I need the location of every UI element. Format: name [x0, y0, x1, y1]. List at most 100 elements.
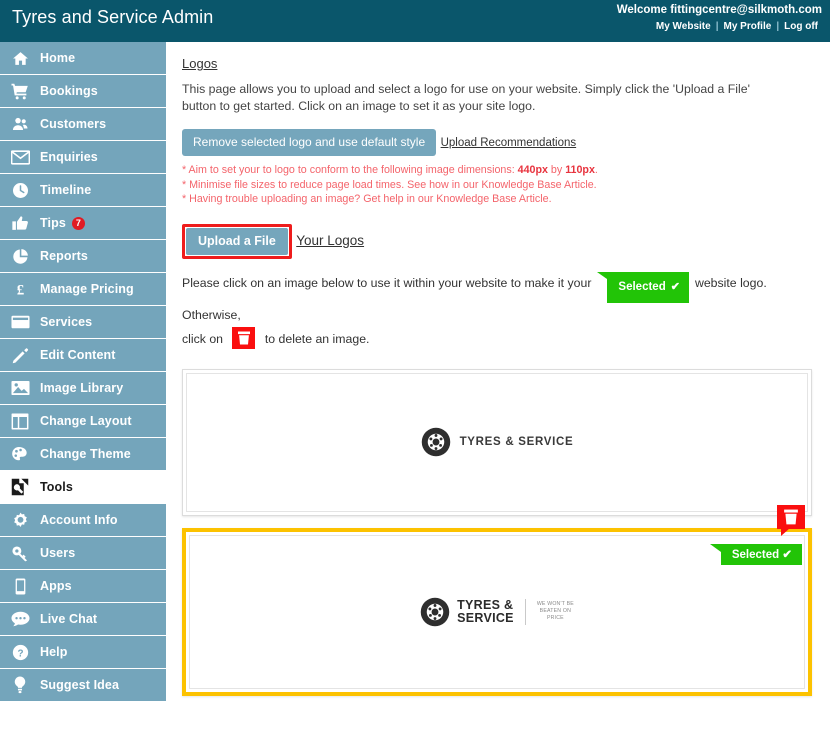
sidebar-item-reports[interactable]: Reports	[0, 240, 166, 273]
cart-icon	[0, 75, 40, 108]
rec1-pre: * Aim to set your to logo to conform to …	[182, 164, 518, 176]
svg-text:£: £	[16, 283, 23, 298]
image-icon	[0, 372, 40, 405]
intro-paragraph: This page allows you to upload and selec…	[182, 82, 750, 113]
link-separator-1: |	[715, 21, 719, 32]
header-links: My Website | My Profile | Log off	[652, 21, 822, 32]
sidebar-item-image-library[interactable]: Image Library	[0, 372, 166, 405]
sidebar-item-label: Bookings	[40, 84, 98, 98]
pound-icon: £	[0, 273, 40, 306]
card-icon	[0, 306, 40, 339]
sidebar-item-label: Edit Content	[40, 348, 116, 362]
paint-icon	[0, 438, 40, 471]
recommendation-line-3: * Having trouble uploading an image? Get…	[182, 193, 552, 205]
logo-image-1: TYRES & SERVICE	[421, 427, 574, 457]
sidebar-item-tools[interactable]: Tools	[0, 471, 166, 504]
sidebar-item-suggest-idea[interactable]: Suggest Idea	[0, 669, 166, 702]
sidebar-item-manage-pricing[interactable]: £ Manage Pricing	[0, 273, 166, 306]
sidebar-item-help[interactable]: ? Help	[0, 636, 166, 669]
sidebar-item-customers[interactable]: Customers	[0, 108, 166, 141]
instruction-text-4: to delete an image.	[264, 331, 370, 346]
selected-badge-inline: Selected ✔	[597, 271, 689, 303]
sidebar-item-account-info[interactable]: Account Info	[0, 504, 166, 537]
upload-recommendations-list: * Aim to set your to logo to conform to …	[182, 163, 812, 207]
sidebar-item-label: Services	[40, 315, 93, 329]
app-title: Tyres and Service Admin	[12, 7, 214, 27]
sidebar-item-label: Enquiries	[40, 150, 98, 164]
sidebar-item-label: Change Theme	[40, 447, 131, 461]
main-sidebar: Home Bookings Customers Enquiries Timeline Ti…	[0, 42, 166, 744]
home-icon	[0, 42, 40, 75]
recommendation-line-2: * Minimise file sizes to reduce page loa…	[182, 178, 597, 191]
sidebar-item-apps[interactable]: Apps	[0, 570, 166, 603]
instruction-text-1: Please click on an image below to use it…	[182, 275, 592, 290]
delete-logo-1-button[interactable]	[777, 504, 805, 536]
my-profile-link[interactable]: My Profile	[720, 21, 776, 32]
log-off-link[interactable]: Log off	[780, 21, 822, 32]
admin-page: Tyres and Service Admin Welcome fittingc…	[0, 0, 830, 744]
gear-icon	[0, 504, 40, 537]
logo-2-tagline-line-2: BEATEN ON	[539, 608, 572, 614]
sidebar-item-label: Suggest Idea	[40, 678, 119, 692]
logo-1-brand-text: TYRES & SERVICE	[459, 436, 574, 448]
sidebar-item-live-chat[interactable]: Live Chat	[0, 603, 166, 636]
sidebar-item-label: Live Chat	[40, 612, 98, 626]
main-content: Logos This page allows you to upload and…	[166, 42, 830, 744]
remove-selected-logo-button[interactable]: Remove selected logo and use default sty…	[182, 129, 437, 156]
sidebar-item-label: Apps	[40, 579, 72, 593]
sidebar-item-label: Home	[40, 51, 76, 65]
sidebar-item-change-theme[interactable]: Change Theme	[0, 438, 166, 471]
tyre-icon	[421, 427, 450, 457]
sidebar-item-edit-content[interactable]: Edit Content	[0, 339, 166, 372]
sidebar-item-change-layout[interactable]: Change Layout	[0, 405, 166, 438]
sidebar-item-label: Reports	[40, 249, 88, 263]
pie-chart-icon	[0, 240, 40, 273]
key-icon	[0, 537, 40, 570]
logo-2-brand-line-2: SERVICE	[457, 610, 514, 625]
svg-text:?: ?	[17, 648, 23, 659]
sidebar-item-label: Timeline	[40, 183, 92, 197]
lightbulb-icon	[0, 669, 40, 702]
trash-icon-inline	[232, 326, 256, 349]
recommendation-line-1: * Aim to set your to logo to conform to …	[182, 163, 812, 178]
logo-instructions: Please click on an image below to use it…	[182, 271, 812, 351]
check-icon-card: ✔	[782, 548, 792, 561]
logo-2-brand-line-1: TYRES &	[457, 597, 514, 612]
sidebar-item-label: Users	[40, 546, 76, 560]
rec1-mid: by	[547, 164, 566, 176]
welcome-text: Welcome fittingcentre@silkmoth.com	[616, 4, 822, 16]
rec1-post: .	[594, 164, 598, 176]
layout-icon	[0, 405, 40, 438]
sidebar-item-services[interactable]: Services	[0, 306, 166, 339]
tools-icon	[0, 471, 40, 504]
logo-image-2: TYRES & SERVICE WE WON'T BE BEATEN ON PR…	[420, 597, 574, 627]
clock-icon	[0, 174, 40, 207]
sidebar-item-timeline[interactable]: Timeline	[0, 174, 166, 207]
mobile-icon	[0, 570, 40, 603]
envelope-icon	[0, 141, 40, 174]
thumbs-up-icon	[0, 207, 40, 240]
sidebar-item-label: Tips	[40, 216, 66, 230]
logo-card-2-selected-badge: Selected ✔	[709, 543, 802, 565]
logo-card-2[interactable]: Selected ✔ TYRES & SERVICE WE WON'T BE B…	[182, 527, 812, 696]
sidebar-item-label: Manage Pricing	[40, 282, 134, 296]
tyre-icon-2	[420, 597, 450, 626]
logo-2-tagline-line-1: WE WON'T BE	[536, 601, 574, 607]
logo-2-divider	[524, 598, 526, 625]
top-header-bar: Tyres and Service Admin Welcome fittingc…	[0, 0, 830, 42]
sidebar-item-home[interactable]: Home	[0, 42, 166, 75]
logo-card-1[interactable]: TYRES & SERVICE	[182, 368, 812, 536]
upload-recommendations-title: Upload Recommendations	[440, 137, 577, 149]
people-icon	[0, 108, 40, 141]
logo-card-1-inner: TYRES & SERVICE	[186, 372, 808, 512]
pencil-icon	[0, 339, 40, 372]
sidebar-item-users[interactable]: Users	[0, 537, 166, 570]
sidebar-item-label: Tools	[40, 480, 73, 494]
my-website-link[interactable]: My Website	[652, 21, 715, 32]
sidebar-item-enquiries[interactable]: Enquiries	[0, 141, 166, 174]
sidebar-item-tips[interactable]: Tips 7	[0, 207, 166, 240]
sidebar-item-bookings[interactable]: Bookings	[0, 75, 166, 108]
upload-a-file-button[interactable]: Upload a File	[186, 227, 288, 255]
chat-icon	[0, 603, 40, 636]
logo-cards-container: TYRES & SERVICE Selected ✔ TYRES & SERVI…	[182, 368, 812, 696]
